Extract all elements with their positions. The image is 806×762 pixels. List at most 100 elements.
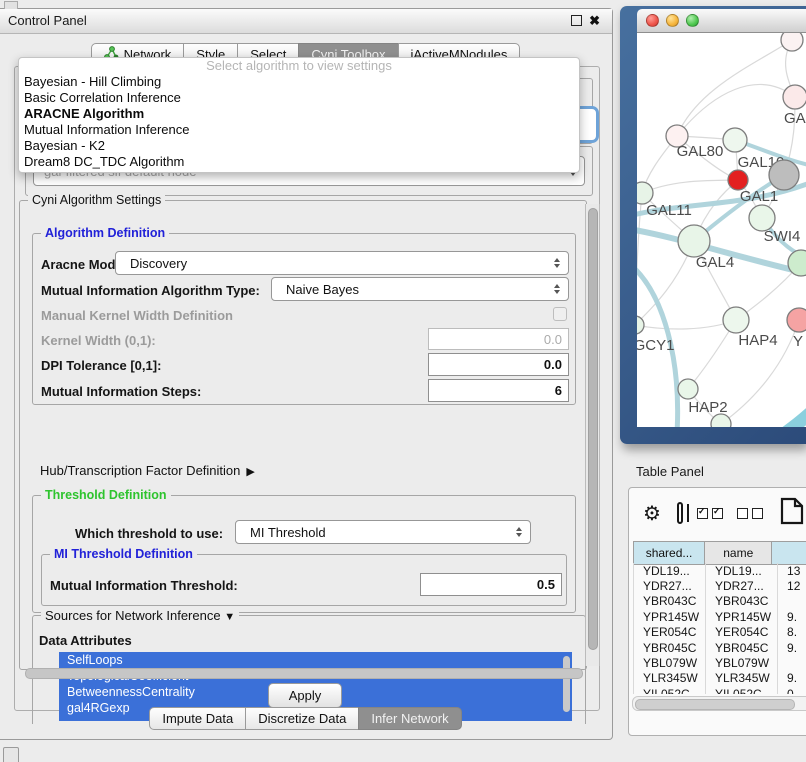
column-header[interactable]: shared... (634, 542, 705, 565)
kernel-width-field[interactable]: 0.0 (428, 328, 569, 350)
settings-vertical-scrollbar[interactable] (585, 204, 600, 666)
column-header[interactable] (772, 542, 806, 565)
table-row[interactable]: YDL19...YDL19...13 (634, 563, 806, 578)
table-row[interactable]: YIL052CYIL052C0. (634, 686, 806, 694)
mi-threshold-field[interactable]: 0.5 (420, 573, 562, 596)
float-window-icon[interactable] (571, 15, 582, 26)
manual-kernel-checkbox[interactable] (553, 307, 567, 321)
threshold-definition-title: Threshold Definition (41, 488, 171, 502)
node-label: Y (793, 333, 803, 350)
scrollbar-thumb[interactable] (635, 699, 795, 710)
mi-type-combo[interactable]: Naive Bayes (271, 277, 569, 301)
network-node[interactable] (781, 33, 803, 51)
data-attributes-label: Data Attributes (39, 633, 132, 648)
network-node-y[interactable] (787, 308, 806, 332)
node-label: GAL4 (696, 254, 734, 271)
mi-threshold-groupbox: MI Threshold Definition Mutual Informati… (41, 554, 567, 606)
table-row[interactable]: YPR145WYPR145W9. (634, 609, 806, 624)
node-table-body: YDL19...YDL19...13YDR27...YDR27...12YBR0… (633, 563, 806, 694)
dpi-tolerance-field[interactable]: 0.0 (428, 353, 569, 376)
network-edge (637, 320, 736, 329)
network-node-gal4[interactable] (678, 225, 710, 257)
combo-arrows-icon (546, 258, 568, 268)
list-scrollbar-thumb[interactable] (563, 656, 570, 712)
hub-definition-expander[interactable]: Hub/Transcription Factor Definition▶ (40, 463, 255, 478)
table-row[interactable]: YLR345WYLR345W9. (634, 671, 806, 686)
bottom-tab-bar: Impute Data Discretize Data Infer Network (0, 707, 612, 730)
algorithm-definition-title: Algorithm Definition (41, 226, 169, 240)
column-header[interactable]: name (705, 542, 772, 565)
node-label: SWI4 (764, 228, 801, 245)
tab-discretize-data[interactable]: Discretize Data (245, 707, 359, 730)
dropdown-item[interactable]: Bayesian - Hill Climbing (19, 74, 579, 90)
which-threshold-label: Which threshold to use: (75, 526, 223, 541)
aracne-mode-combo[interactable]: Discovery (115, 251, 569, 275)
table-cell: YIL052C (634, 686, 706, 694)
table-row[interactable]: YBR043CYBR043C (634, 594, 806, 609)
tab-impute-data[interactable]: Impute Data (149, 707, 246, 730)
dropdown-item[interactable]: Basic Correlation Inference (19, 90, 579, 106)
table-panel: ⚙ shared...name YDL19...YDL19...13YDR27.… (628, 487, 806, 736)
network-edge (745, 401, 806, 427)
gear-icon[interactable]: ⚙ (643, 501, 661, 526)
mi-steps-field[interactable]: 6 (428, 379, 569, 402)
table-cell: YBL079W (706, 655, 778, 670)
cyni-settings-groupbox: Cyni Algorithm Settings Algorithm Defini… (19, 200, 587, 670)
dropdown-item[interactable]: Dream8 DC_TDC Algorithm (19, 154, 579, 170)
table-toolbar: ⚙ (629, 494, 806, 532)
table-cell: YER054C (634, 625, 706, 640)
table-cell: 9. (778, 609, 806, 624)
tab-label: Discretize Data (258, 711, 346, 726)
table-row[interactable]: YDR27...YDR27...12 (634, 578, 806, 593)
network-node-gcy1[interactable] (637, 316, 644, 334)
table-cell: YPR145W (634, 609, 706, 624)
network-node-hap2[interactable] (678, 379, 698, 399)
table-cell (778, 594, 806, 609)
node-label: GAL (784, 110, 806, 127)
dropdown-item[interactable]: Bayesian - K2 (19, 138, 579, 154)
network-node-gal10[interactable] (723, 128, 747, 152)
table-row[interactable]: YER054CYER054C8. (634, 625, 806, 640)
settings-horizontal-scrollbar[interactable] (25, 668, 583, 679)
mi-threshold-label: Mutual Information Threshold: (50, 578, 238, 593)
table-cell: YBL079W (634, 655, 706, 670)
table-cell: 9. (778, 671, 806, 686)
network-node-gal[interactable] (783, 85, 806, 109)
cyni-settings-title: Cyni Algorithm Settings (28, 193, 165, 207)
deselect-all-checks-icon[interactable] (737, 508, 763, 519)
collapsed-panel-button[interactable] (3, 747, 19, 762)
table-row[interactable]: YBL079WYBL079W (634, 655, 806, 670)
data-attribute-item[interactable]: SelfLoops (59, 652, 572, 668)
table-horizontal-scrollbar[interactable] (632, 696, 806, 711)
table-cell: 9. (778, 640, 806, 655)
node-label: GAL1 (740, 188, 778, 205)
apply-button[interactable]: Apply (268, 683, 342, 708)
table-row[interactable]: YBR045CYBR045C9. (634, 640, 806, 655)
select-all-checks-icon[interactable] (697, 508, 723, 519)
network-node[interactable] (728, 170, 748, 190)
network-window-titlebar[interactable] (637, 9, 806, 33)
minimize-traffic-light-icon[interactable] (666, 14, 679, 27)
network-node-gal1[interactable] (769, 160, 799, 190)
tab-infer-network[interactable]: Infer Network (358, 707, 461, 730)
network-node-gal11[interactable] (637, 182, 653, 204)
table-cell (778, 655, 806, 670)
dropdown-item[interactable]: ARACNE Algorithm (19, 106, 579, 122)
mi-threshold-title: MI Threshold Definition (50, 547, 197, 561)
manual-kernel-label: Manual Kernel Width Definition (41, 308, 233, 323)
columns-icon[interactable] (677, 502, 683, 524)
close-traffic-light-icon[interactable] (646, 14, 659, 27)
expand-down-icon[interactable]: ▼ (224, 611, 235, 623)
dropdown-item[interactable]: Mutual Information Inference (19, 122, 579, 138)
network-node-hap4[interactable] (723, 307, 749, 333)
zoom-traffic-light-icon[interactable] (686, 14, 699, 27)
scrollbar-thumb[interactable] (588, 208, 598, 650)
table-cell: YDR27... (634, 578, 706, 593)
close-icon[interactable]: ✖ (589, 13, 600, 29)
sources-title: Sources for Network Inference ▼ (41, 608, 239, 623)
network-canvas[interactable]: GALGAL80GAL10GAL1GAL11SWI4GAL4GCY1HAP4YH… (637, 33, 806, 427)
which-threshold-combo[interactable]: MI Threshold (235, 520, 531, 544)
document-icon[interactable] (779, 497, 806, 530)
application-root: Control Panel ✖ NetworkStyleSelectCyni T… (0, 0, 806, 762)
tab-label: Impute Data (162, 711, 233, 726)
